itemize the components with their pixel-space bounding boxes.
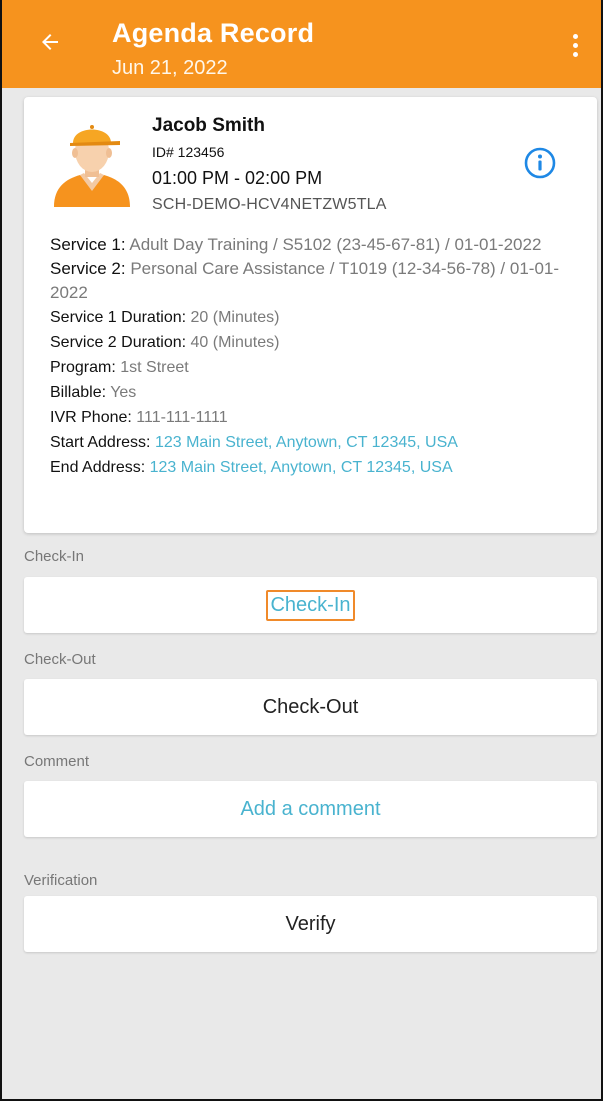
checkin-button[interactable]: Check-In [24,577,597,633]
comment-section-label: Comment [24,753,90,770]
service-2-value: Personal Care Assistance / T1019 (12-34-… [50,259,560,302]
end-address-link[interactable]: 123 Main Street, Anytown, CT 12345, USA [150,459,453,476]
page-date: Jun 21, 2022 [112,57,228,79]
worker-avatar-icon [54,125,130,207]
billable-row: Billable: Yes [50,384,137,401]
end-address-row: End Address: 123 Main Street, Anytown, C… [50,459,453,476]
appointment-details: Service 1: Adult Day Training / S5102 (2… [50,233,570,480]
appointment-time: 01:00 PM - 02:00 PM [152,168,323,188]
checkout-button[interactable]: Check-Out [24,679,597,735]
service-2-row: Service 2: Personal Care Assistance / T1… [50,257,570,305]
info-circle-icon[interactable] [523,146,557,180]
program-row: Program: 1st Street [50,359,189,376]
client-card: Jacob Smith ID# 123456 01:00 PM - 02:00 … [24,97,597,533]
service-1-row: Service 1: Adult Day Training / S5102 (2… [50,233,570,257]
app-bar: Agenda Record Jun 21, 2022 [2,0,601,88]
verify-button[interactable]: Verify [24,896,597,952]
back-button[interactable] [32,24,68,60]
ivr-phone-row: IVR Phone: 111-111-1111 [50,409,228,426]
more-options-button[interactable] [563,28,587,62]
start-address-link[interactable]: 123 Main Street, Anytown, CT 12345, USA [155,434,458,451]
screen: Agenda Record Jun 21, 2022 Jacob Smith I… [0,0,603,1101]
schedule-code: SCH-DEMO-HCV4NETZW5TLA [152,196,387,213]
page-title: Agenda Record [112,18,315,48]
verification-section-label: Verification [24,872,98,889]
client-id: ID# 123456 [152,144,225,160]
service-1-value: Adult Day Training / S5102 (23-45-67-81)… [129,235,542,254]
service-2-label: Service 2: [50,259,126,278]
checkout-section-label: Check-Out [24,651,96,668]
checkin-button-label: Check-In [266,589,355,621]
service-2-duration-row: Service 2 Duration: 40 (Minutes) [50,334,280,351]
add-comment-button[interactable]: Add a comment [24,781,597,837]
service-1-duration-row: Service 1 Duration: 20 (Minutes) [50,309,280,326]
start-address-row: Start Address: 123 Main Street, Anytown,… [50,434,458,451]
arrow-left-icon [42,34,58,50]
more-vertical-icon [572,33,578,39]
checkin-section-label: Check-In [24,548,85,565]
client-name: Jacob Smith [152,115,265,136]
service-1-label: Service 1: [50,235,126,254]
